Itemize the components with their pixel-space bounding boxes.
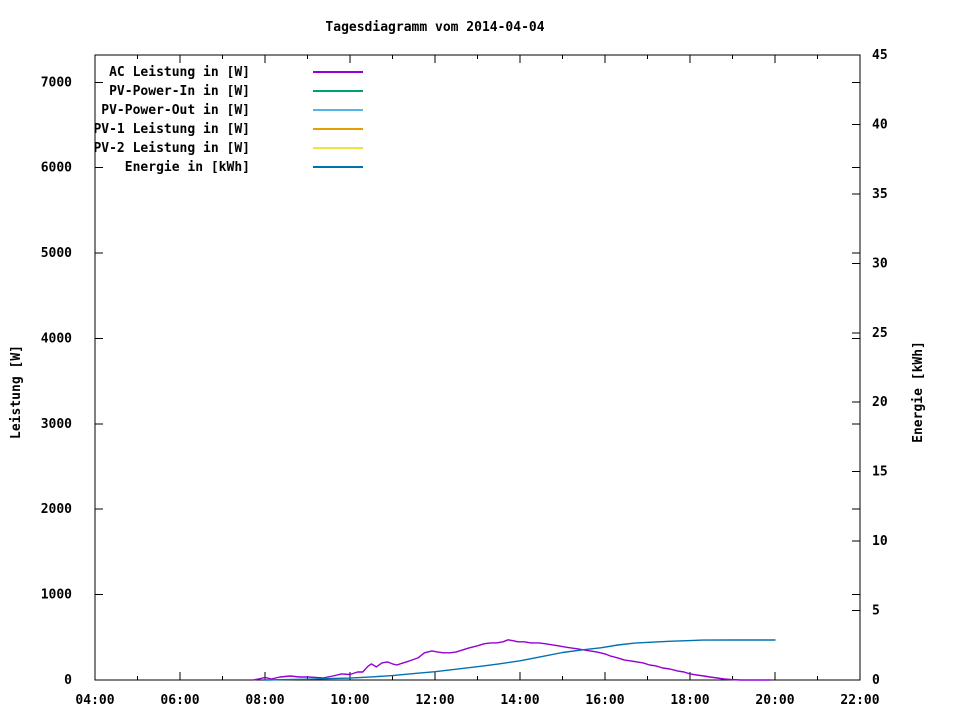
chart-legend: AC Leistung in [W] PV-Power-In in [W] PV-P… — [93, 65, 363, 175]
y-left-tick-label: 3000 — [41, 417, 72, 432]
data-series — [252, 639, 776, 681]
x-tick-label: 14:00 — [500, 693, 539, 708]
y-right-tick-label: 15 — [872, 465, 888, 480]
legend-label: Energie in [kWh] — [125, 160, 250, 175]
legend-label: PV-2 Leistung in [W] — [93, 141, 250, 156]
y-left-tick-label: 7000 — [41, 75, 72, 90]
legend-label: PV-Power-Out in [W] — [101, 103, 250, 118]
x-tick-label: 16:00 — [585, 693, 624, 708]
y-right-tick-label: 5 — [872, 604, 880, 619]
legend-label: AC Leistung in [W] — [109, 65, 250, 80]
x-tick-label: 08:00 — [245, 693, 284, 708]
y-left-tick-label: 6000 — [41, 161, 72, 176]
y-right-tick-label: 10 — [872, 534, 888, 549]
y-right-tick-label: 30 — [872, 256, 888, 271]
x-tick-label: 22:00 — [840, 693, 879, 708]
y-right-tick-label: 40 — [872, 117, 888, 132]
daily-pv-chart: Tagesdiagramm vom 2014-04-04 Leistung [W… — [9, 20, 926, 708]
x-tick-label: 18:00 — [670, 693, 709, 708]
y-right-tick-label: 35 — [872, 187, 888, 202]
legend-item: PV-Power-In in [W] — [109, 84, 363, 99]
legend-label: PV-1 Leistung in [W] — [93, 122, 250, 137]
x-tick-label: 10:00 — [330, 693, 369, 708]
y-right-tick-label: 45 — [872, 48, 888, 63]
legend-item: Energie in [kWh] — [125, 160, 363, 175]
x-tick-label: 20:00 — [755, 693, 794, 708]
y-left-tick-label: 1000 — [41, 588, 72, 603]
y-left-tick-label: 4000 — [41, 331, 72, 346]
y-left-tick-label: 0 — [64, 673, 72, 688]
legend-item: PV-Power-Out in [W] — [101, 103, 363, 118]
y-left-tick-label: 5000 — [41, 246, 72, 261]
legend-item: PV-2 Leistung in [W] — [93, 141, 363, 156]
y-right-tick-label: 20 — [872, 395, 888, 410]
y-right-tick-label: 0 — [872, 673, 880, 688]
y-right-axis-title: Energie [kWh] — [911, 341, 926, 443]
y-left-axis-title: Leistung [W] — [9, 345, 24, 439]
gnuplot-chart-page: Tagesdiagramm vom 2014-04-04 Leistung [W… — [0, 0, 960, 720]
x-tick-label: 04:00 — [75, 693, 114, 708]
y-left-tick-label: 2000 — [41, 502, 72, 517]
chart-title: Tagesdiagramm vom 2014-04-04 — [325, 20, 544, 35]
legend-item: AC Leistung in [W] — [109, 65, 363, 80]
legend-item: PV-1 Leistung in [W] — [93, 122, 363, 137]
legend-label: PV-Power-In in [W] — [109, 84, 250, 99]
x-tick-label: 12:00 — [415, 693, 454, 708]
y-right-tick-label: 25 — [872, 326, 888, 341]
series-line-ac-leistung-in-w — [252, 639, 772, 681]
x-tick-label: 06:00 — [160, 693, 199, 708]
